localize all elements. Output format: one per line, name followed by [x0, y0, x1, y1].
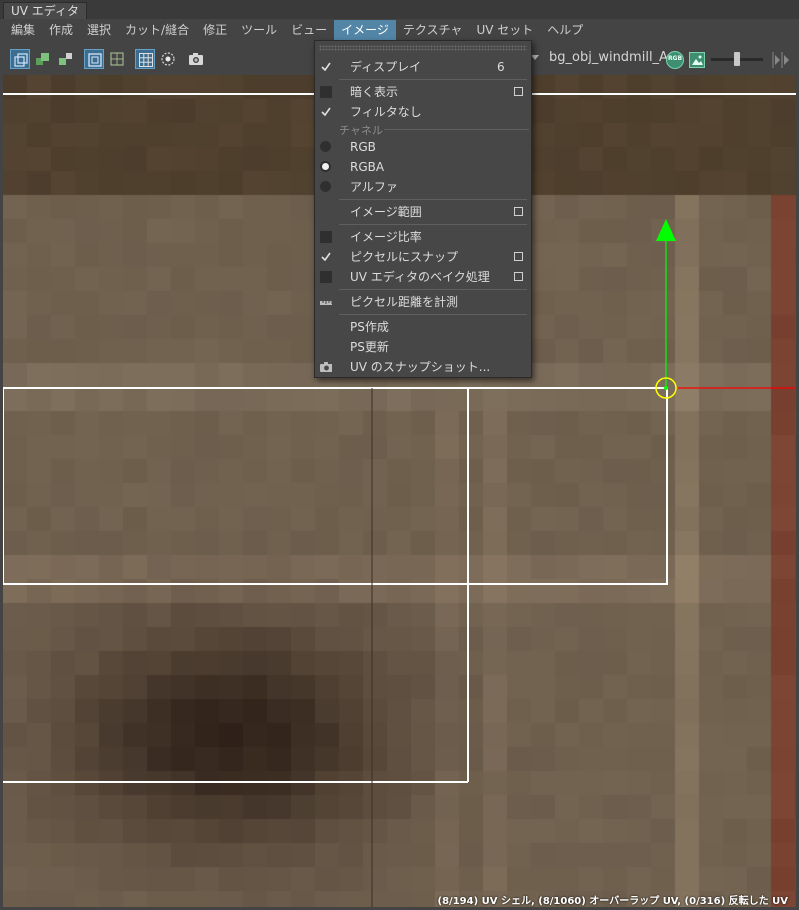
- manipulator-center[interactable]: [664, 386, 668, 390]
- channels-section-header: チャネル: [339, 122, 529, 137]
- option-box-icon[interactable]: [514, 207, 523, 216]
- menu-tools[interactable]: ツール: [234, 20, 284, 40]
- rgb-channel-badge: RGB: [667, 55, 683, 62]
- radio-off-icon: [320, 181, 331, 192]
- menu-view[interactable]: ビュー: [284, 20, 334, 40]
- uv-shell-select-icon[interactable]: [10, 49, 30, 69]
- menu-item-ps-create[interactable]: PS作成: [315, 317, 531, 337]
- uv-front-facing-icon[interactable]: [33, 49, 53, 69]
- menu-item-rgba[interactable]: RGBA: [315, 157, 531, 177]
- menu-uv-sets[interactable]: UV セット: [469, 20, 540, 40]
- option-box-icon[interactable]: [514, 252, 523, 261]
- menu-select[interactable]: 選択: [80, 20, 118, 40]
- wireframe-toggle-icon[interactable]: [84, 49, 104, 69]
- menubar: 編集 作成 選択 カット/縫合 修正 ツール ビュー イメージ テクスチャ UV…: [0, 19, 799, 41]
- camera-icon: [320, 362, 332, 372]
- menu-create[interactable]: 作成: [42, 20, 80, 40]
- manipulator-v-arrow-icon[interactable]: [656, 219, 676, 241]
- checkmark-icon: [321, 62, 331, 72]
- camera-icon[interactable]: [186, 49, 206, 69]
- checkbox-empty-icon: [320, 271, 332, 283]
- image-name-label[interactable]: bg_obj_windmill_A.: [549, 50, 672, 65]
- expand-toolbar-icon[interactable]: [770, 51, 790, 69]
- menu-item-display[interactable]: ディスプレイ 6: [315, 57, 531, 77]
- exposure-slider[interactable]: [711, 52, 763, 66]
- menu-item-ps-update[interactable]: PS更新: [315, 337, 531, 357]
- menu-item-uv-snapshot[interactable]: UV のスナップショット...: [315, 357, 531, 377]
- checkmark-icon: [321, 252, 331, 262]
- window-titlebar: UV エディタ: [0, 0, 799, 20]
- radio-off-icon: [320, 141, 331, 152]
- menu-item-measure-pixels[interactable]: ピクセル距離を計測: [315, 292, 531, 312]
- menu-help[interactable]: ヘルプ: [540, 20, 590, 40]
- pixel-snap-icon[interactable]: [158, 49, 178, 69]
- image-menu-dropdown: ディスプレイ 6 暗く表示 フィルタなし チャネル RGB RGBA アルファ …: [314, 40, 532, 378]
- menu-cut-sew[interactable]: カット/縫合: [118, 20, 196, 40]
- rgb-channel-icon[interactable]: RGB: [666, 51, 684, 69]
- menu-item-no-filter[interactable]: フィルタなし: [315, 102, 531, 122]
- shaded-toggle-icon[interactable]: [107, 49, 127, 69]
- exposure-slider-handle[interactable]: [734, 52, 740, 66]
- menu-item-image-range[interactable]: イメージ範囲: [315, 202, 531, 222]
- dropdown-arrow-icon[interactable]: [531, 55, 539, 60]
- menu-item-alpha[interactable]: アルファ: [315, 177, 531, 197]
- option-box-icon[interactable]: [514, 272, 523, 281]
- uv-back-facing-icon[interactable]: [56, 49, 76, 69]
- menu-image[interactable]: イメージ: [334, 20, 396, 40]
- menu-item-snap-to-pixels[interactable]: ピクセルにスナップ: [315, 247, 531, 267]
- menu-textures[interactable]: テクスチャ: [396, 20, 470, 40]
- menu-item-dim-image[interactable]: 暗く表示: [315, 82, 531, 102]
- radio-on-icon: [320, 161, 331, 172]
- menu-tear-off-handle[interactable]: [319, 45, 527, 51]
- exposure-image-icon[interactable]: [689, 52, 705, 68]
- menu-item-rgb[interactable]: RGB: [315, 137, 531, 157]
- option-box-icon[interactable]: [514, 87, 523, 96]
- grid-toggle-icon[interactable]: [135, 49, 155, 69]
- status-readout: (8/194) UV シェル, (8/1060) オーバーラップ UV, (0/…: [437, 896, 788, 907]
- checkbox-empty-icon: [320, 231, 332, 243]
- checkbox-empty-icon: [320, 86, 332, 98]
- window-title-tab[interactable]: UV エディタ: [3, 2, 87, 20]
- menu-modify[interactable]: 修正: [196, 20, 234, 40]
- menu-item-uv-bake[interactable]: UV エディタのベイク処理: [315, 267, 531, 287]
- checkmark-icon: [321, 107, 331, 117]
- menu-item-image-ratio[interactable]: イメージ比率: [315, 227, 531, 247]
- menu-edit[interactable]: 編集: [4, 20, 42, 40]
- ruler-icon: [320, 301, 332, 305]
